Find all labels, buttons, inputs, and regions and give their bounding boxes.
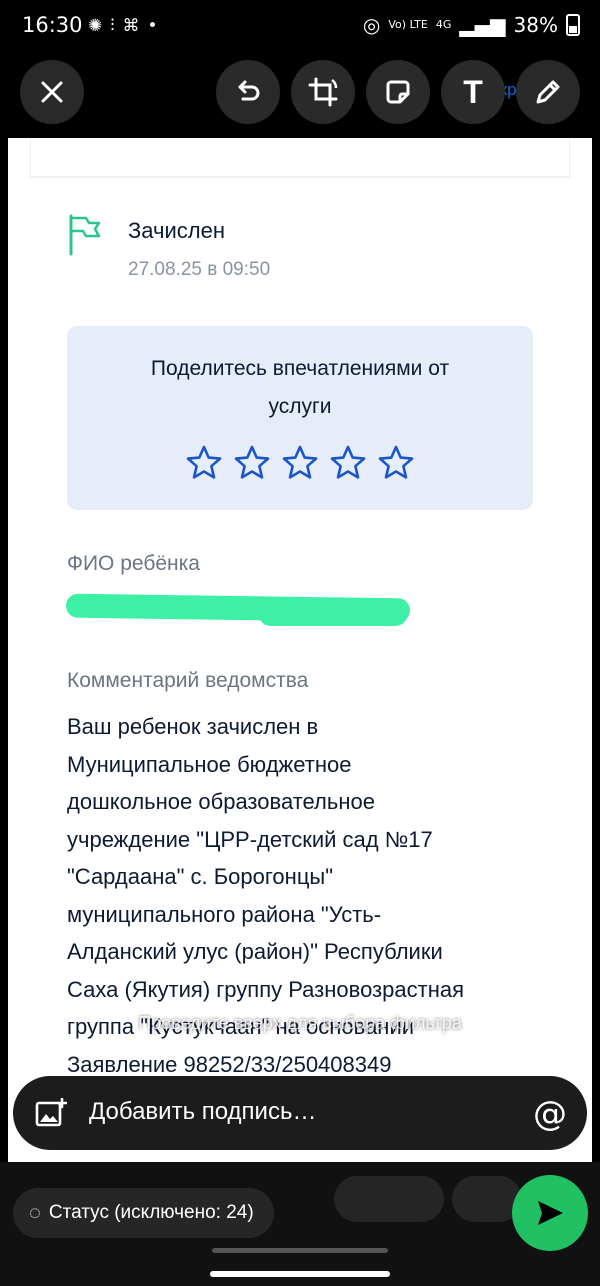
notification-icons: ✺⫶⌘• [88, 16, 166, 36]
clock: 16:30 [22, 13, 83, 37]
card-border-right [569, 138, 570, 178]
sticker-icon [386, 80, 410, 104]
volte-indicator: Vo) LTE [388, 18, 428, 31]
caption-input[interactable]: Добавить подпись… [89, 1098, 316, 1126]
status-ring-icon: ◌ [29, 1201, 41, 1224]
star-icon[interactable] [377, 444, 415, 482]
rating-prompt-line2: услуги [268, 395, 332, 418]
status-audience-label: Статус (исключено: 24) [48, 1202, 254, 1223]
flag-icon [69, 214, 101, 256]
redaction-mark [258, 600, 408, 626]
star-icon[interactable] [329, 444, 367, 482]
filter-swipe-hint: Проведите вверх для выбора фильтра [138, 1013, 462, 1033]
close-button[interactable] [20, 60, 84, 124]
gesture-nav-bar[interactable] [210, 1271, 390, 1277]
draw-button[interactable] [516, 60, 580, 124]
crop-rotate-icon [308, 77, 338, 107]
hotspot-icon: ◎ [362, 13, 381, 37]
star-rating[interactable] [67, 444, 533, 482]
pencil-icon [536, 80, 560, 104]
send-icon [538, 1201, 563, 1225]
battery-icon [566, 14, 580, 36]
comment-label: Комментарий ведомства [67, 669, 309, 692]
send-button[interactable] [512, 1175, 588, 1251]
zoom-control-faded [334, 1176, 444, 1222]
undo-icon [238, 80, 260, 101]
network-type: 4G [435, 18, 452, 31]
star-icon[interactable] [185, 444, 223, 482]
status-title: Зачислен [128, 218, 226, 243]
rating-prompt: Поделитесь впечатлениями от услуги [67, 350, 533, 426]
status-audience-button[interactable]: ◌ Статус (исключено: 24) [13, 1188, 274, 1238]
mention-icon[interactable]: @ [533, 1094, 567, 1134]
status-bar: 16:30 ✺⫶⌘• ◎ Vo) LTE 4G ▂▄▆ 38% [0, 0, 600, 54]
status-right: ◎ Vo) LTE 4G ▂▄▆ 38% [363, 13, 580, 37]
card-border-left [30, 138, 31, 178]
battery-percent: 38% [513, 13, 558, 37]
signal-icon: ▂▄▆ [459, 13, 506, 37]
child-name-label: ФИО ребёнка [67, 552, 200, 575]
crop-rotate-button[interactable] [291, 60, 355, 124]
star-icon[interactable] [233, 444, 271, 482]
rating-card: Поделитесь впечатлениями от услуги [67, 326, 533, 510]
text-tool-button[interactable]: T [441, 60, 505, 124]
audio-icon: ⫶ [110, 16, 123, 36]
sticker-button[interactable] [366, 60, 430, 124]
star-icon[interactable] [281, 444, 319, 482]
caption-bar[interactable]: Добавить подпись… @ [13, 1076, 587, 1150]
add-image-icon[interactable] [35, 1098, 67, 1128]
rating-prompt-line1: Поделитесь впечатлениями от [150, 357, 450, 380]
undo-button[interactable] [216, 60, 280, 124]
dot-icon: • [147, 16, 166, 36]
close-icon [41, 81, 63, 103]
screenshot-content: Зачислен 27.08.25 в 09:50 Поделитесь впе… [8, 138, 592, 1162]
sheet-handle [212, 1248, 388, 1253]
shop-icon: ⌘ [122, 16, 148, 36]
fan-icon: ✺ [88, 16, 111, 36]
status-date: 27.08.25 в 09:50 [128, 259, 271, 280]
text-tool-icon: T [463, 73, 483, 110]
card-divider [30, 176, 570, 178]
